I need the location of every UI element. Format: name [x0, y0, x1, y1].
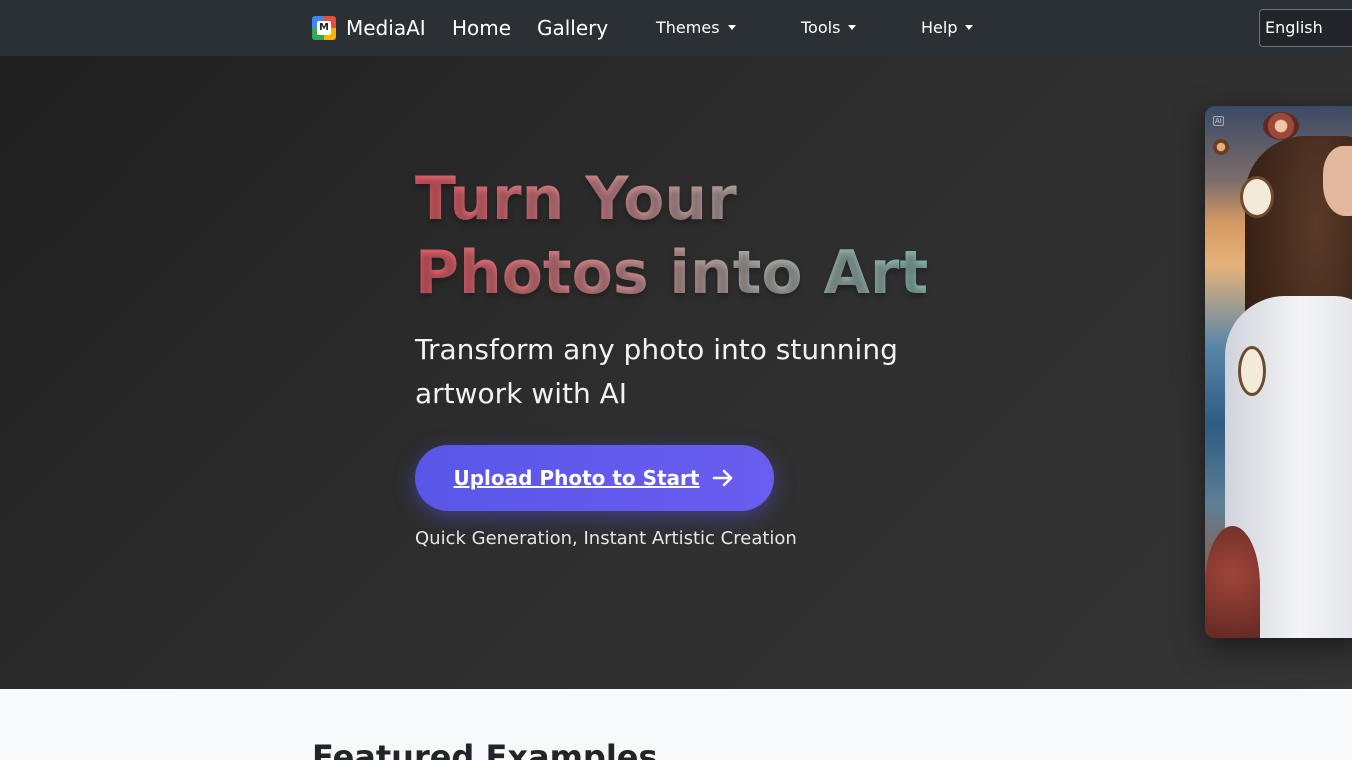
nav-tools-label: Tools: [801, 18, 841, 37]
hero-artwork-image: AI: [1205, 106, 1352, 638]
hero-section: Turn Your Photos into Art Transform any …: [0, 56, 1352, 689]
hero-title-line-1: Turn Your: [415, 164, 737, 234]
hero-title: Turn Your Photos into Art: [415, 162, 975, 310]
caret-down-icon: [848, 25, 857, 30]
brand-logo-icon: [312, 16, 336, 40]
nav-themes-label: Themes: [656, 18, 720, 37]
arrow-right-icon: [713, 469, 733, 487]
orb-shape: [1213, 139, 1229, 155]
orb-shape: [1263, 112, 1299, 140]
ai-badge: AI: [1213, 116, 1224, 126]
language-select[interactable]: English: [1259, 9, 1352, 47]
melting-clock-icon: [1240, 176, 1274, 218]
brand-link[interactable]: MediaAI: [312, 14, 426, 42]
hero-title-line-2: Photos into Art: [415, 238, 929, 308]
upload-photo-button[interactable]: Upload Photo to Start: [415, 445, 774, 511]
hero-note: Quick Generation, Instant Artistic Creat…: [415, 528, 797, 549]
nav-tools-dropdown[interactable]: Tools: [801, 16, 857, 40]
caret-down-icon: [965, 25, 974, 30]
rock-shape: [1205, 526, 1260, 638]
hero-subtitle: Transform any photo into stunning artwor…: [415, 333, 898, 410]
brand-name: MediaAI: [346, 16, 426, 40]
upload-photo-label: Upload Photo to Start: [453, 466, 700, 490]
top-navbar: MediaAI Home Gallery Themes Tools Help E…: [0, 0, 1352, 56]
featured-section: Featured Examples: [0, 689, 1352, 760]
nav-help-dropdown[interactable]: Help: [921, 16, 974, 40]
featured-title: Featured Examples: [312, 738, 658, 760]
melting-clock-icon: [1238, 346, 1266, 396]
caret-down-icon: [727, 25, 736, 30]
nav-help-label: Help: [921, 18, 958, 37]
nav-themes-dropdown[interactable]: Themes: [656, 16, 736, 40]
nav-gallery-link[interactable]: Gallery: [537, 14, 608, 42]
nav-home-link[interactable]: Home: [452, 14, 511, 42]
